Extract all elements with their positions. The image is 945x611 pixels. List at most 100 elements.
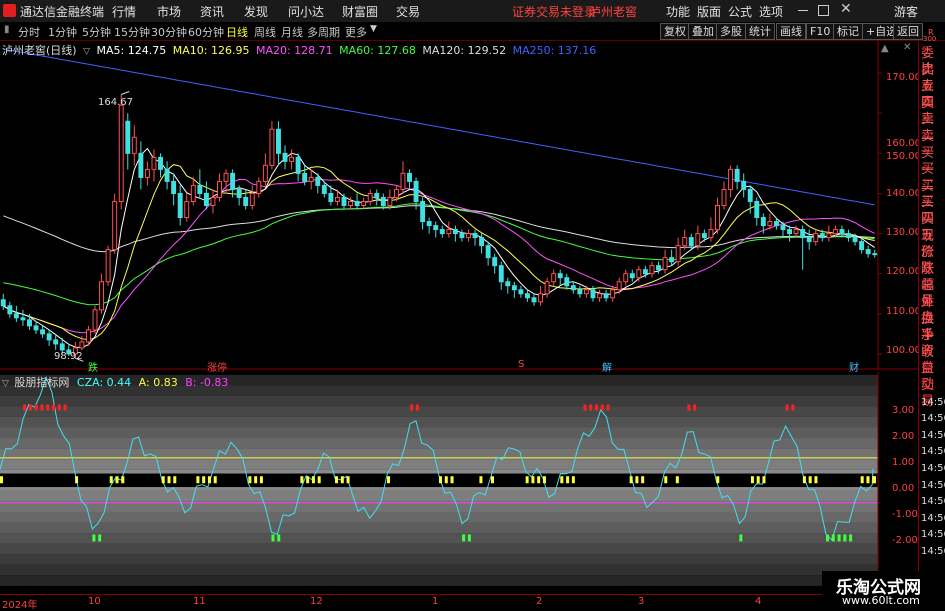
side-panel-label[interactable]: 14:56	[921, 395, 945, 411]
period-timeshare[interactable]: 分时	[18, 24, 40, 40]
candle-body	[708, 229, 714, 239]
candle-body	[164, 168, 170, 182]
cross-signal-mark	[802, 476, 806, 484]
indicator-tick: 1.00	[892, 457, 915, 468]
f10-button[interactable]: F10	[806, 23, 835, 40]
menu-trade[interactable]: 交易	[396, 3, 420, 20]
cross-signal-mark	[439, 476, 442, 484]
candle-body	[282, 152, 288, 162]
candle-body	[27, 319, 32, 327]
candle-body	[217, 180, 222, 198]
cross-signal-mark	[306, 476, 310, 484]
menu-formula[interactable]: 公式	[728, 3, 752, 20]
candle-body	[387, 196, 393, 207]
close-icon[interactable]: ✕	[840, 1, 852, 17]
candle-body	[656, 265, 661, 271]
side-panel-label[interactable]: 14:56	[921, 527, 945, 543]
menu-layout[interactable]: 版面	[697, 3, 721, 20]
candle-body	[79, 341, 85, 349]
candle-body	[210, 196, 216, 207]
menu-discover[interactable]: 发现	[244, 3, 268, 20]
candle-body	[171, 180, 177, 194]
menu-options[interactable]: 选项	[759, 3, 783, 20]
period-5min[interactable]: 5分钟	[82, 24, 111, 40]
chart-close-icon[interactable]: ✕	[903, 42, 911, 53]
draw-line-button[interactable]: 画线	[776, 23, 806, 40]
restore-rights-button[interactable]: 复权	[660, 23, 690, 40]
candle-body	[380, 196, 386, 207]
sell-signal-mark	[46, 404, 50, 411]
period-more[interactable]: 更多	[345, 24, 367, 40]
period-weekly[interactable]: 周线	[254, 24, 276, 40]
cross-signal-mark	[387, 476, 391, 484]
sell-signal-mark	[40, 404, 44, 411]
candle-body	[348, 200, 354, 207]
candlestick-chart[interactable]	[0, 41, 918, 370]
menu-ask[interactable]: 问小达	[288, 3, 324, 20]
buy-signal-mark	[98, 534, 102, 542]
candle-body	[59, 343, 65, 351]
cross-signal-mark	[444, 476, 448, 484]
candle-body	[393, 188, 399, 198]
cross-signal-mark	[202, 476, 206, 484]
overlay-button[interactable]: 叠加	[688, 23, 718, 40]
event-marker-s[interactable]: S	[518, 359, 524, 370]
candle-body	[813, 233, 819, 243]
period-daily[interactable]: 日线	[226, 24, 248, 40]
candle-body	[367, 192, 373, 202]
period-30min[interactable]: 30分钟	[151, 24, 187, 40]
maximize-icon[interactable]	[818, 5, 829, 16]
candle-body	[144, 168, 150, 178]
guest-label[interactable]: 游客	[894, 3, 918, 20]
side-panel-label[interactable]: 14:56	[921, 478, 945, 494]
period-60min[interactable]: 60分钟	[188, 24, 224, 40]
side-panel-label[interactable]: 14:56	[921, 494, 945, 510]
indicator-dropdown-icon[interactable]: ▽	[2, 379, 9, 389]
candle-body	[125, 120, 131, 154]
cross-signal-mark	[531, 476, 535, 484]
candle-body	[675, 245, 681, 263]
login-notice[interactable]: 证券交易未登录	[512, 3, 596, 20]
menu-market[interactable]: 市场	[157, 3, 181, 20]
legend-dropdown-icon[interactable]: ▽	[83, 47, 90, 57]
period-1min[interactable]: 1分钟	[48, 24, 77, 40]
candle-body	[256, 180, 262, 194]
multi-stock-button[interactable]: 多股	[716, 23, 746, 40]
side-panel-label[interactable]: 14:56	[921, 511, 945, 527]
period-15min[interactable]: 15分钟	[114, 24, 150, 40]
period-monthly[interactable]: 月线	[281, 24, 303, 40]
cross-signal-mark	[537, 476, 541, 484]
period-multi[interactable]: 多周期	[307, 24, 340, 40]
more-chevron-icon[interactable]: ▼	[370, 24, 377, 34]
quote-side-panel: R 300 委比 卖五 卖四 卖三 卖二 卖一 买一 买二 买三 买四 买五 现价 涨跌 涨幅 总量 外盘 换手…	[918, 28, 945, 609]
candle-body	[354, 200, 360, 207]
menu-function[interactable]: 功能	[666, 3, 690, 20]
statistics-button[interactable]: 统计	[745, 23, 775, 40]
buy-signal-mark	[739, 534, 743, 542]
side-panel-label[interactable]: 14:56	[921, 444, 945, 460]
candle-body	[466, 233, 471, 239]
cross-signal-mark	[311, 476, 315, 484]
cross-signal-mark	[560, 476, 564, 484]
indicator-chart[interactable]	[0, 372, 918, 594]
menu-wealth[interactable]: 财富圈	[342, 3, 378, 20]
candle-body	[433, 225, 439, 231]
ma120-line	[3, 205, 875, 253]
candle-body	[262, 164, 268, 182]
minimize-icon[interactable]	[798, 10, 808, 11]
menu-bar: 通达信金融终端 行情 市场 资讯 发现 问小达 财富圈 交易 证券交易未登录 泸…	[0, 0, 945, 23]
menu-news[interactable]: 资讯	[200, 3, 224, 20]
side-panel-label[interactable]: 14:56	[921, 544, 945, 560]
candle-body	[407, 172, 412, 182]
back-button[interactable]: 返回	[893, 23, 923, 40]
mark-button[interactable]: 标记	[833, 23, 863, 40]
candle-body	[800, 229, 806, 239]
side-panel-label[interactable]: 14:56	[921, 411, 945, 427]
side-panel-label[interactable]: 14:56	[921, 428, 945, 444]
candle-body	[859, 241, 865, 251]
menu-quotes[interactable]: 行情	[112, 3, 136, 20]
chart-collapse-icon[interactable]: ▲	[881, 43, 889, 54]
side-panel-label[interactable]: 14:56	[921, 461, 945, 477]
buy-signal-mark	[831, 534, 835, 542]
price-tick: 130.00	[886, 227, 921, 238]
